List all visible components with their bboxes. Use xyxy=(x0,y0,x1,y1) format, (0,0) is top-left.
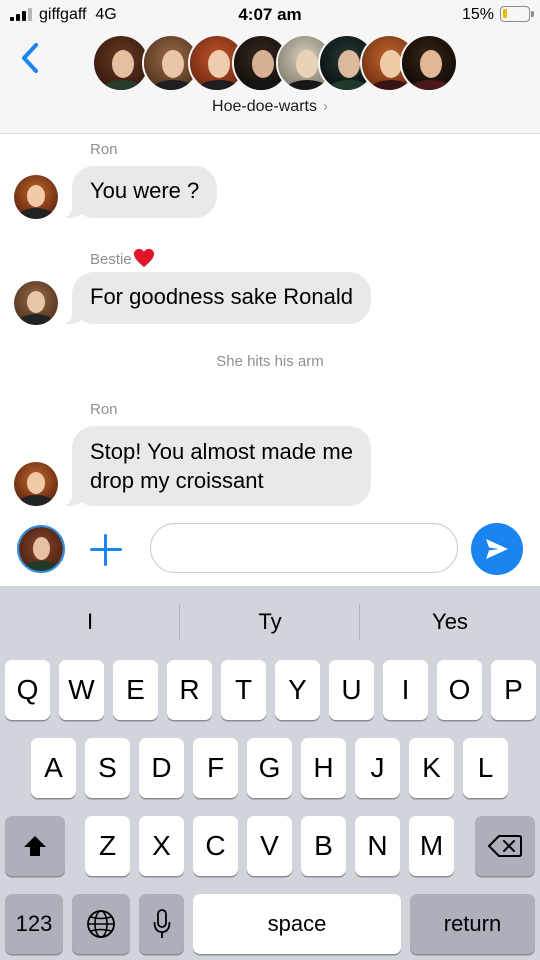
chevron-right-icon: › xyxy=(322,98,328,115)
key-j[interactable]: J xyxy=(355,738,400,798)
chevron-left-icon xyxy=(22,43,38,73)
group-name: Hoe-doe-warts xyxy=(212,98,317,115)
shift-icon xyxy=(24,836,46,856)
key-v[interactable]: V xyxy=(247,816,292,876)
message-text-line: drop my croissant xyxy=(90,468,264,493)
key-s[interactable]: S xyxy=(85,738,130,798)
key-i[interactable]: I xyxy=(383,660,428,720)
battery-percent: 15% xyxy=(461,6,494,23)
sender-name: Bestie xyxy=(90,251,132,268)
globe-icon xyxy=(87,910,115,938)
return-key[interactable]: return xyxy=(410,894,535,954)
back-button[interactable] xyxy=(16,40,46,76)
message-text: You were ? xyxy=(90,178,200,203)
key-g[interactable]: G xyxy=(247,738,292,798)
key-z[interactable]: Z xyxy=(85,816,130,876)
key-o[interactable]: O xyxy=(437,660,482,720)
backspace-icon xyxy=(488,835,522,857)
message-bubble[interactable]: For goodness sake Ronald xyxy=(62,272,371,324)
battery-icon xyxy=(500,6,534,22)
send-arrow-icon xyxy=(486,539,508,559)
key-y[interactable]: Y xyxy=(275,660,320,720)
predictive-bar: I Ty Yes xyxy=(0,586,540,658)
chat-header: Hoe-doe-warts › xyxy=(0,30,540,134)
key-r[interactable]: R xyxy=(167,660,212,720)
group-avatars[interactable] xyxy=(92,34,458,94)
key-q[interactable]: Q xyxy=(5,660,50,720)
key-c[interactable]: C xyxy=(193,816,238,876)
globe-key[interactable] xyxy=(72,894,130,954)
prediction-3[interactable]: Yes xyxy=(360,586,540,658)
key-k[interactable]: K xyxy=(409,738,454,798)
message-text-line: Stop! You almost made me xyxy=(90,439,353,464)
status-time: 4:07 am xyxy=(238,5,302,24)
red-heart-icon xyxy=(133,248,154,268)
key-t[interactable]: T xyxy=(221,660,266,720)
message-bubble[interactable]: Stop! You almost made me drop my croissa… xyxy=(62,426,371,506)
sender-name: Ron xyxy=(90,401,118,418)
plus-icon[interactable] xyxy=(88,532,124,568)
action-note: She hits his arm xyxy=(216,353,324,370)
key-x[interactable]: X xyxy=(139,816,184,876)
key-u[interactable]: U xyxy=(329,660,374,720)
message-bubble[interactable]: You were ? xyxy=(61,166,218,218)
prediction-2[interactable]: Ty xyxy=(180,586,360,658)
key-h[interactable]: H xyxy=(301,738,346,798)
key-b[interactable]: B xyxy=(301,816,346,876)
member-avatar xyxy=(400,34,458,92)
message-input[interactable] xyxy=(150,523,458,573)
sender-label: Bestie xyxy=(90,248,155,268)
battery-fill xyxy=(503,9,507,18)
group-name-button[interactable]: Hoe-doe-warts › xyxy=(0,98,540,116)
key-n[interactable]: N xyxy=(355,816,400,876)
delete-key[interactable] xyxy=(475,816,535,876)
ron-avatar[interactable] xyxy=(14,462,58,506)
key-w[interactable]: W xyxy=(59,660,104,720)
numbers-key[interactable]: 123 xyxy=(5,894,63,954)
prediction-1[interactable]: I xyxy=(0,586,180,658)
status-bar: giffgaff 4G 4:07 am 15% xyxy=(0,0,540,30)
key-l[interactable]: L xyxy=(463,738,508,798)
bestie-avatar[interactable] xyxy=(14,281,58,325)
my-avatar[interactable] xyxy=(17,525,65,573)
send-button[interactable] xyxy=(471,523,523,575)
shift-key[interactable] xyxy=(5,816,65,876)
key-m[interactable]: M xyxy=(409,816,454,876)
key-f[interactable]: F xyxy=(193,738,238,798)
dictation-key[interactable] xyxy=(139,894,184,954)
key-e[interactable]: E xyxy=(113,660,158,720)
key-a[interactable]: A xyxy=(31,738,76,798)
space-key[interactable]: space xyxy=(193,894,401,954)
message-text: For goodness sake Ronald xyxy=(90,284,353,309)
key-p[interactable]: P xyxy=(491,660,536,720)
ron-avatar[interactable] xyxy=(14,175,58,219)
microphone-icon xyxy=(153,909,170,938)
key-d[interactable]: D xyxy=(139,738,184,798)
sender-name: Ron xyxy=(90,141,118,158)
keyboard: I Ty Yes Q W E R T Y U I O P A S D F G H… xyxy=(0,586,540,960)
composer-bar xyxy=(0,518,540,586)
